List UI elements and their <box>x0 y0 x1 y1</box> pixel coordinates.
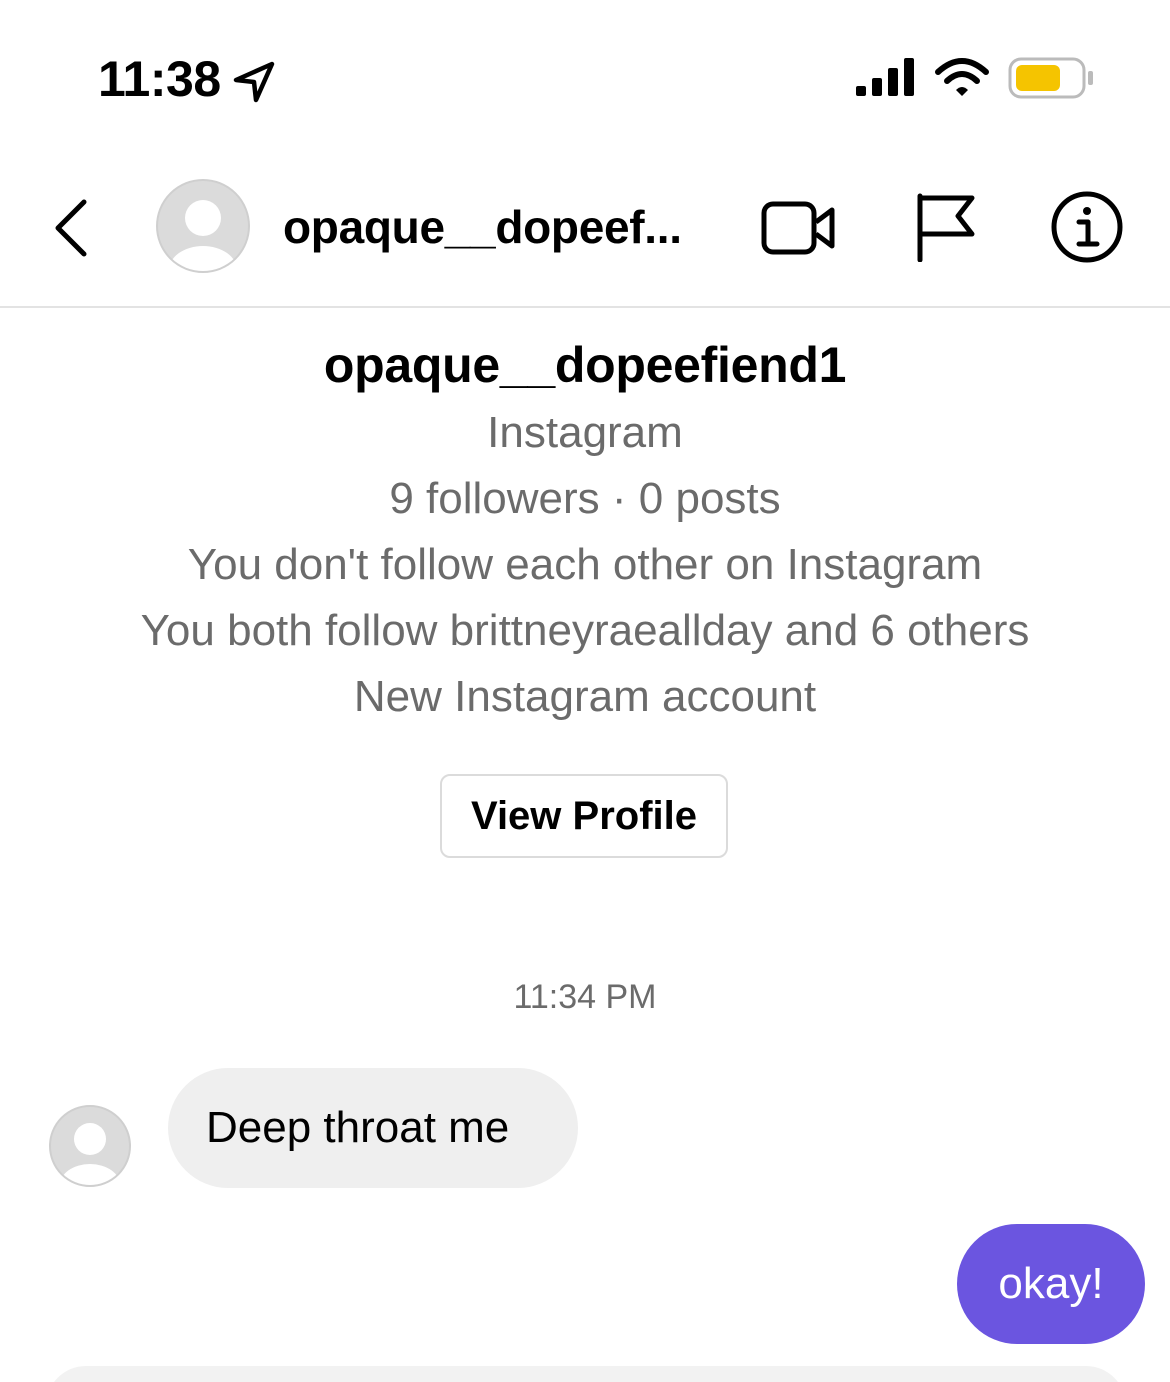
header-username[interactable]: opaque__dopeef... <box>283 200 682 254</box>
location-arrow-icon <box>233 61 275 103</box>
profile-summary: opaque__dopeefiend1 Instagram 9 follower… <box>0 330 1170 730</box>
profile-stats: 9 followers · 0 posts <box>389 474 781 523</box>
view-profile-button[interactable]: View Profile <box>440 774 728 858</box>
status-time: 11:38 <box>98 51 221 107</box>
video-camera-icon[interactable] <box>760 196 840 260</box>
follow-status: You don't follow each other on Instagram <box>187 540 983 589</box>
wifi-icon <box>935 58 989 96</box>
flag-icon[interactable] <box>912 190 980 262</box>
battery-icon <box>1008 57 1093 99</box>
info-icon[interactable] <box>1050 190 1124 264</box>
cellular-signal-icon <box>856 58 914 96</box>
message-timestamp: 11:34 PM <box>513 978 657 1016</box>
message-text: Deep throat me <box>206 1103 510 1152</box>
chevron-left-icon[interactable] <box>50 196 94 260</box>
avatar[interactable] <box>48 1104 132 1188</box>
profile-username: opaque__dopeefiend1 <box>323 337 847 393</box>
mutual-followers: You both follow brittneyraeallday and 6 … <box>140 606 1030 655</box>
message-composer[interactable] <box>46 1366 1126 1382</box>
message-text: okay! <box>998 1259 1104 1308</box>
profile-platform: Instagram <box>487 408 683 457</box>
incoming-message-bubble[interactable]: Deep throat me <box>168 1068 578 1188</box>
status-bar: 11:38 <box>0 0 1170 150</box>
account-note: New Instagram account <box>353 672 817 721</box>
avatar[interactable] <box>155 178 251 274</box>
outgoing-message-bubble[interactable]: okay! <box>957 1224 1145 1344</box>
conversation-header: opaque__dopeef... <box>0 160 1170 308</box>
